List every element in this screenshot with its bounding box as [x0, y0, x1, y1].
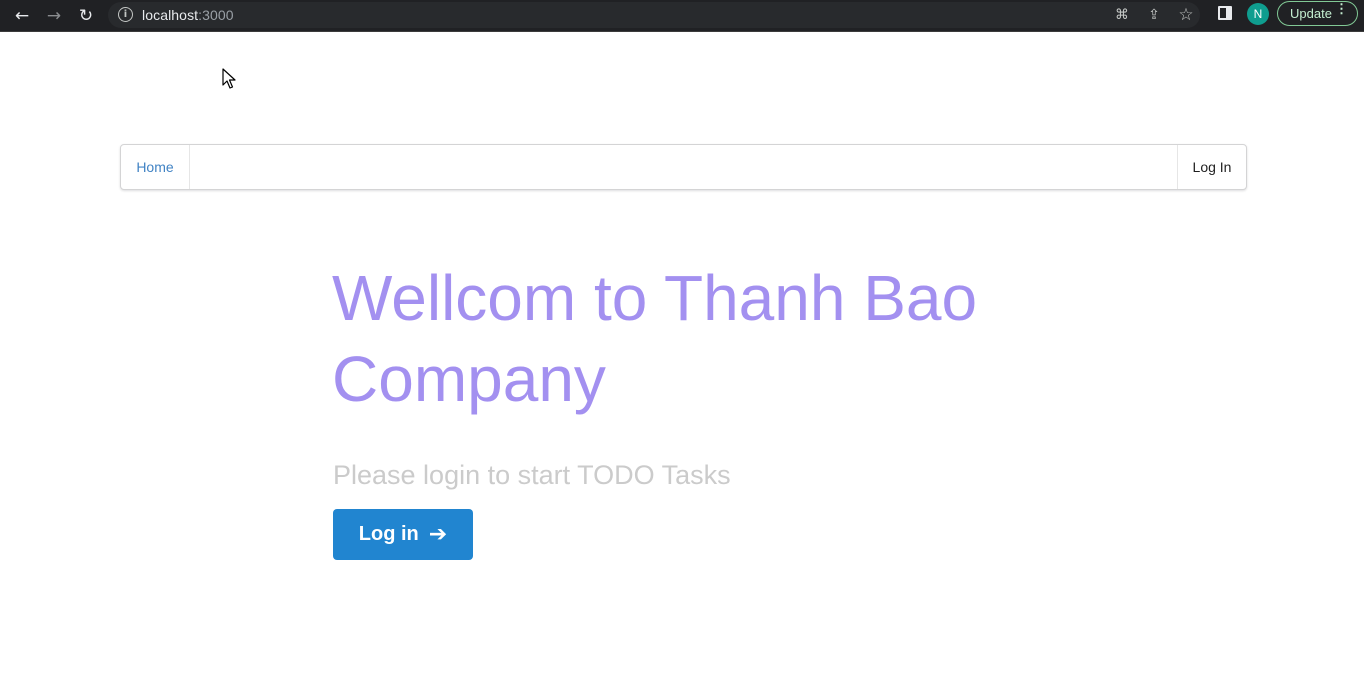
login-button[interactable]: Log in ➔ — [333, 509, 473, 560]
side-panel-icon[interactable] — [1218, 6, 1232, 20]
nav-item-home[interactable]: Home — [121, 145, 190, 189]
url-host: localhost — [142, 7, 199, 23]
forward-icon[interactable]: → — [42, 4, 66, 28]
site-info-icon[interactable]: i — [118, 7, 133, 22]
reload-icon[interactable]: ↻ — [74, 4, 98, 28]
back-icon[interactable]: ← — [10, 4, 34, 28]
mouse-cursor-icon — [222, 68, 236, 89]
top-menu: Home Log In — [120, 144, 1247, 190]
nav-home-label: Home — [136, 159, 174, 175]
url-text[interactable]: localhost:3000 — [142, 7, 234, 23]
address-bar[interactable]: i localhost:3000 ⌘ ⇪ ☆ — [108, 2, 1200, 28]
kebab-menu-icon[interactable]: ⋮ — [1335, 2, 1348, 15]
browser-toolbar: ← → ↻ i localhost:3000 ⌘ ⇪ ☆ N Update ⋮ — [0, 0, 1364, 32]
share-icon[interactable]: ⇪ — [1145, 6, 1163, 24]
page-subtitle: Please login to start TODO Tasks — [333, 460, 731, 490]
nav-login-label: Log In — [1192, 159, 1232, 175]
arrow-right-icon: ➔ — [428, 522, 448, 547]
login-button-label: Log in — [358, 523, 419, 545]
url-port: :3000 — [198, 7, 234, 23]
translate-icon[interactable]: ⌘ — [1113, 6, 1131, 24]
bookmark-star-icon[interactable]: ☆ — [1177, 5, 1195, 25]
profile-avatar[interactable]: N — [1247, 3, 1269, 25]
update-label: Update — [1290, 6, 1332, 21]
update-button[interactable]: Update ⋮ — [1277, 1, 1358, 26]
page-title: Wellcom to Thanh Bao Company — [332, 262, 978, 415]
nav-item-login[interactable]: Log In — [1177, 145, 1246, 189]
